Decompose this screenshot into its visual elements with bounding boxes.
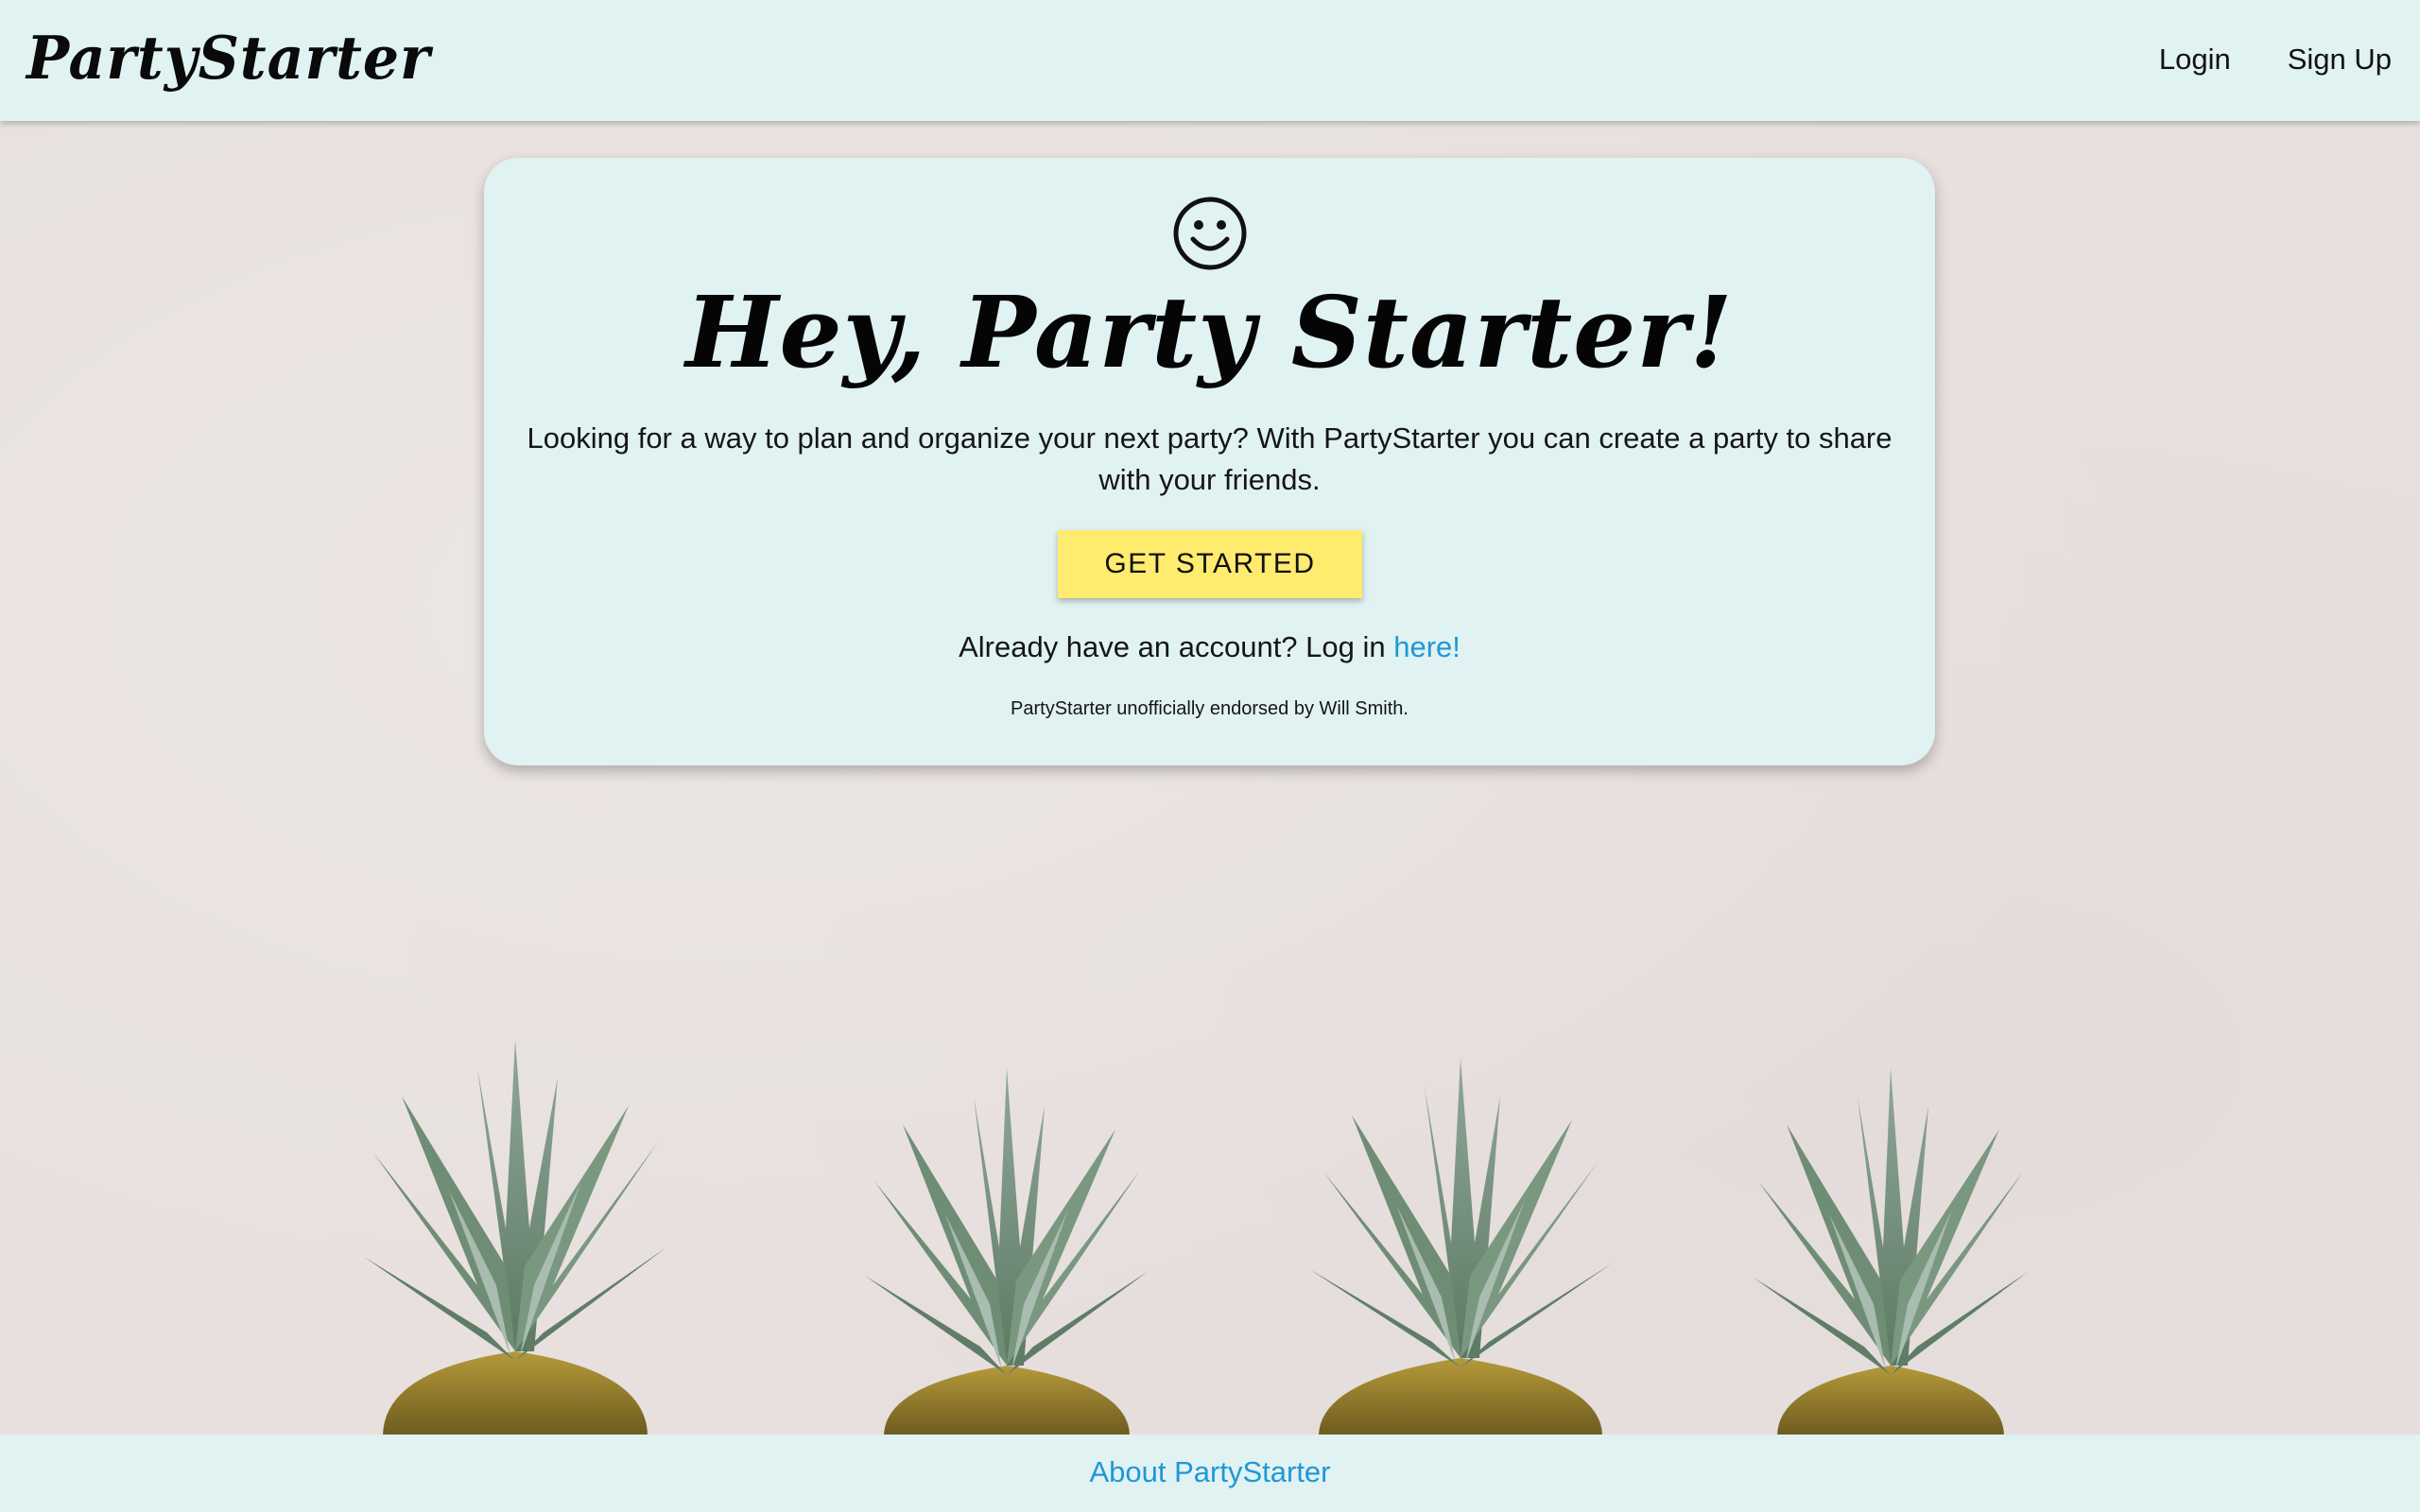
endorsement-note: PartyStarter unofficially endorsed by Wi…: [1011, 698, 1409, 719]
nav-links: Login Sign Up: [2159, 38, 2392, 81]
pineapple-background-image: [364, 1040, 2028, 1436]
intro-description: Looking for a way to plan and organize y…: [527, 421, 1893, 496]
about-link[interactable]: About PartyStarter: [1089, 1452, 1330, 1493]
welcome-card: Hey, Party Starter! Looking for a way to…: [484, 158, 1935, 765]
brand-logo[interactable]: PartyStarter: [26, 19, 431, 98]
top-navbar: PartyStarter Login Sign Up: [0, 0, 2420, 121]
smiley-face-icon: [484, 196, 1935, 271]
login-prompt: Already have an account? Log in here!: [484, 627, 1935, 668]
login-link[interactable]: Login: [2159, 38, 2231, 81]
get-started-button[interactable]: GET STARTED: [1058, 530, 1362, 598]
login-here-link[interactable]: here!: [1393, 630, 1461, 663]
page-footer: About PartyStarter: [0, 1435, 2420, 1512]
signup-link[interactable]: Sign Up: [2288, 38, 2392, 81]
page-title: Hey, Party Starter!: [685, 274, 1734, 390]
login-prompt-text: Already have an account? Log in: [959, 630, 1394, 663]
